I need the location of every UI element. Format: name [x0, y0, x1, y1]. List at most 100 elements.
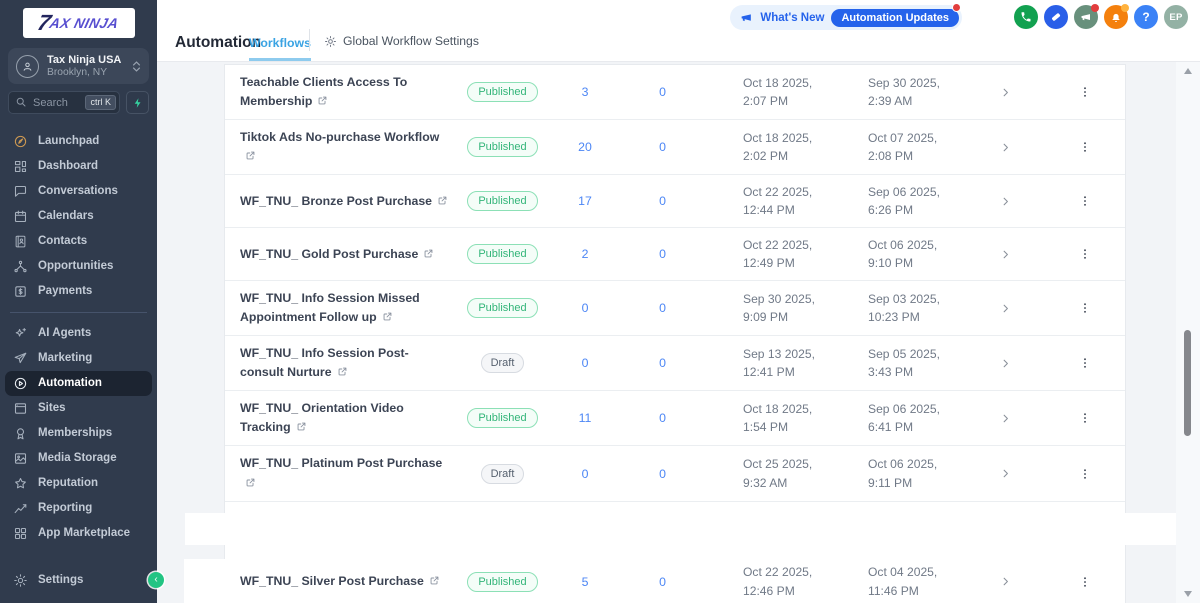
- row-expand-chevron[interactable]: [965, 86, 1045, 99]
- notifications-bell-icon[interactable]: [1104, 5, 1128, 29]
- row-expand-chevron[interactable]: [965, 412, 1045, 425]
- sidebar-item-dashboard[interactable]: Dashboard: [5, 154, 152, 179]
- sidebar-item-calendars[interactable]: Calendars: [5, 204, 152, 229]
- sidebar-item-app-marketplace[interactable]: App Marketplace: [5, 521, 152, 546]
- count-secondary[interactable]: 0: [620, 140, 705, 154]
- count-secondary[interactable]: 0: [620, 247, 705, 261]
- row-menu-kebab[interactable]: [1045, 356, 1125, 370]
- workflow-name[interactable]: WF_TNU_ Platinum Post Purchase: [225, 446, 455, 500]
- table-gap-band: [185, 513, 1200, 545]
- count-primary[interactable]: 0: [550, 467, 620, 481]
- quick-actions-button[interactable]: [126, 91, 149, 114]
- workflow-name[interactable]: Teachable Clients Access To Membership: [225, 65, 455, 119]
- sidebar-item-launchpad[interactable]: Launchpad: [5, 129, 152, 154]
- sidebar-item-settings[interactable]: Settings: [5, 568, 152, 593]
- row-expand-chevron[interactable]: [965, 357, 1045, 370]
- sidebar-item-ai-agents[interactable]: AI Agents: [5, 321, 152, 346]
- sidebar-item-conversations[interactable]: Conversations: [5, 179, 152, 204]
- date-secondary: Sep 05 2025, 3:43 PM: [840, 345, 965, 381]
- help-icon[interactable]: ?: [1134, 5, 1158, 29]
- row-expand-chevron[interactable]: [965, 302, 1045, 315]
- external-link-icon[interactable]: [423, 248, 434, 259]
- date-primary: Oct 18 2025, 2:02 PM: [705, 129, 840, 165]
- sidebar-item-reporting[interactable]: Reporting: [5, 496, 152, 521]
- sidebar-item-sites[interactable]: Sites: [5, 396, 152, 421]
- count-secondary[interactable]: 0: [620, 356, 705, 370]
- tab-workflows[interactable]: Workflows: [249, 36, 311, 61]
- count-primary[interactable]: 0: [550, 301, 620, 315]
- location-switcher[interactable]: Tax Ninja USA Brooklyn, NY: [8, 48, 149, 84]
- count-primary[interactable]: 5: [550, 575, 620, 589]
- sidebar-item-media-storage[interactable]: Media Storage: [5, 446, 152, 471]
- search-icon: [15, 96, 27, 108]
- row-expand-chevron[interactable]: [965, 141, 1045, 154]
- sidebar-nav-bottom: Settings: [0, 568, 157, 593]
- count-primary[interactable]: 11: [550, 411, 620, 425]
- external-link-icon[interactable]: [337, 366, 348, 377]
- count-primary[interactable]: 3: [550, 85, 620, 99]
- sidebar-item-marketing[interactable]: Marketing: [5, 346, 152, 371]
- phone-icon[interactable]: [1014, 5, 1038, 29]
- workflow-name[interactable]: WF_TNU_ Gold Post Purchase: [225, 237, 455, 272]
- sidebar-item-memberships[interactable]: Memberships: [5, 421, 152, 446]
- workflow-name[interactable]: WF_TNU_ Bronze Post Purchase: [225, 184, 455, 219]
- notifications-dot: [1121, 4, 1129, 12]
- external-link-icon[interactable]: [245, 150, 256, 161]
- row-expand-chevron[interactable]: [965, 195, 1045, 208]
- row-menu-kebab[interactable]: [1045, 301, 1125, 315]
- row-menu-kebab[interactable]: [1045, 247, 1125, 261]
- count-primary[interactable]: 0: [550, 356, 620, 370]
- sidebar-item-label: Calendars: [38, 209, 94, 224]
- external-link-icon[interactable]: [437, 195, 448, 206]
- row-expand-chevron[interactable]: [965, 467, 1045, 480]
- workflow-row: Tiktok Ads No-purchase Workflow Publishe…: [225, 120, 1125, 175]
- count-secondary[interactable]: 0: [620, 85, 705, 99]
- announcements-icon[interactable]: [1074, 5, 1098, 29]
- tab-global-workflow-settings[interactable]: Global Workflow Settings: [324, 34, 479, 48]
- workflow-name[interactable]: WF_TNU_ Orientation Video Tracking: [225, 391, 455, 445]
- sidebar-item-reputation[interactable]: Reputation: [5, 471, 152, 496]
- scroll-up-arrow[interactable]: [1184, 68, 1192, 74]
- status-badge: Draft: [481, 464, 525, 484]
- whats-new-pill[interactable]: What's New Automation Updates: [730, 5, 962, 30]
- sidebar-item-opportunities[interactable]: Opportunities: [5, 254, 152, 279]
- scroll-thumb[interactable]: [1184, 330, 1191, 436]
- row-menu-kebab[interactable]: [1045, 467, 1125, 481]
- external-link-icon[interactable]: [296, 421, 307, 432]
- profile-avatar[interactable]: EP: [1164, 5, 1188, 29]
- date-secondary: Oct 04 2025, 11:46 PM: [840, 563, 965, 599]
- rewards-icon[interactable]: [1044, 5, 1068, 29]
- external-link-icon[interactable]: [429, 575, 440, 586]
- sidebar-item-contacts[interactable]: Contacts: [5, 229, 152, 254]
- count-secondary[interactable]: 0: [620, 575, 705, 589]
- count-secondary[interactable]: 0: [620, 411, 705, 425]
- workflow-name[interactable]: WF_TNU_ Silver Post Purchase: [225, 564, 455, 599]
- automation-updates-badge[interactable]: Automation Updates: [831, 9, 959, 27]
- count-secondary[interactable]: 0: [620, 301, 705, 315]
- app-window: 7AX NINJA Tax Ninja USA Brooklyn, NY ctr…: [0, 0, 1200, 603]
- sidebar-collapse-button[interactable]: ‹: [148, 572, 164, 588]
- row-expand-chevron[interactable]: [965, 248, 1045, 261]
- row-expand-chevron[interactable]: [965, 575, 1045, 588]
- row-menu-kebab[interactable]: [1045, 85, 1125, 99]
- count-primary[interactable]: 17: [550, 194, 620, 208]
- brand-logo[interactable]: 7AX NINJA: [23, 8, 135, 38]
- count-secondary[interactable]: 0: [620, 467, 705, 481]
- row-menu-kebab[interactable]: [1045, 411, 1125, 425]
- count-primary[interactable]: 2: [550, 247, 620, 261]
- external-link-icon[interactable]: [317, 95, 328, 106]
- sidebar-item-automation[interactable]: Automation: [5, 371, 152, 396]
- workflow-name[interactable]: WF_TNU_ Info Session Post-consult Nurtur…: [225, 336, 455, 390]
- workflow-name[interactable]: Tiktok Ads No-purchase Workflow: [225, 120, 455, 174]
- external-link-icon[interactable]: [382, 311, 393, 322]
- count-primary[interactable]: 20: [550, 140, 620, 154]
- scroll-down-arrow[interactable]: [1184, 591, 1192, 597]
- workflow-name[interactable]: WF_TNU_ Info Session Missed Appointment …: [225, 281, 455, 335]
- vertical-scrollbar[interactable]: [1176, 62, 1200, 603]
- row-menu-kebab[interactable]: [1045, 140, 1125, 154]
- count-secondary[interactable]: 0: [620, 194, 705, 208]
- row-menu-kebab[interactable]: [1045, 575, 1125, 589]
- sidebar-item-payments[interactable]: Payments: [5, 279, 152, 304]
- row-menu-kebab[interactable]: [1045, 194, 1125, 208]
- external-link-icon[interactable]: [245, 477, 256, 488]
